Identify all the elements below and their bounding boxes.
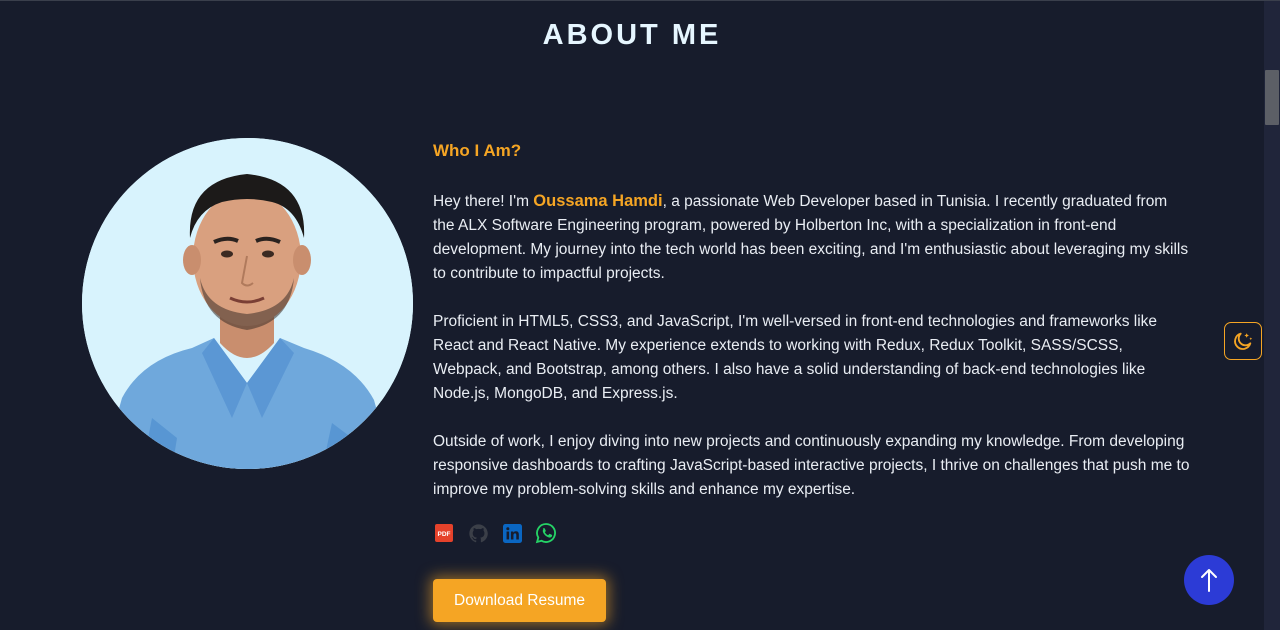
interests-paragraph: Outside of work, I enjoy diving into new…: [433, 433, 1190, 498]
pdf-icon: PDF: [435, 524, 453, 542]
whatsapp-icon: [535, 523, 556, 544]
theme-toggle-button[interactable]: [1224, 322, 1262, 360]
section-title: ABOUT ME: [542, 19, 722, 51]
author-name: Oussama Hamdi: [533, 192, 663, 210]
pdf-icon-label: PDF: [438, 531, 451, 538]
download-resume-button[interactable]: Download Resume: [433, 579, 606, 622]
about-page: ABOUT ME Who I Am? Hey there! I'm Oussam…: [0, 0, 1280, 630]
skills-paragraph: Proficient in HTML5, CSS3, and JavaScrip…: [433, 313, 1158, 402]
social-links: PDF: [433, 522, 1193, 544]
moon-stars-icon: [1234, 332, 1253, 350]
page-scrollbar[interactable]: [1264, 1, 1280, 630]
pdf-link[interactable]: PDF: [433, 522, 455, 544]
scroll-to-top-button[interactable]: [1184, 555, 1234, 605]
linkedin-icon: [502, 523, 522, 543]
profile-photo: [82, 138, 413, 469]
intro-paragraph: Hey there! I'm Oussama Hamdi, a passiona…: [433, 189, 1193, 286]
about-content: Who I Am? Hey there! I'm Oussama Hamdi, …: [433, 141, 1193, 544]
github-link[interactable]: [467, 522, 489, 544]
linkedin-link[interactable]: [501, 522, 523, 544]
whatsapp-link[interactable]: [535, 522, 557, 544]
about-subtitle: Who I Am?: [433, 141, 522, 160]
github-icon: [468, 523, 488, 542]
intro-prefix: Hey there! I'm: [433, 193, 534, 210]
scrollbar-thumb[interactable]: [1265, 70, 1279, 125]
arrow-up-icon: [1201, 569, 1217, 592]
